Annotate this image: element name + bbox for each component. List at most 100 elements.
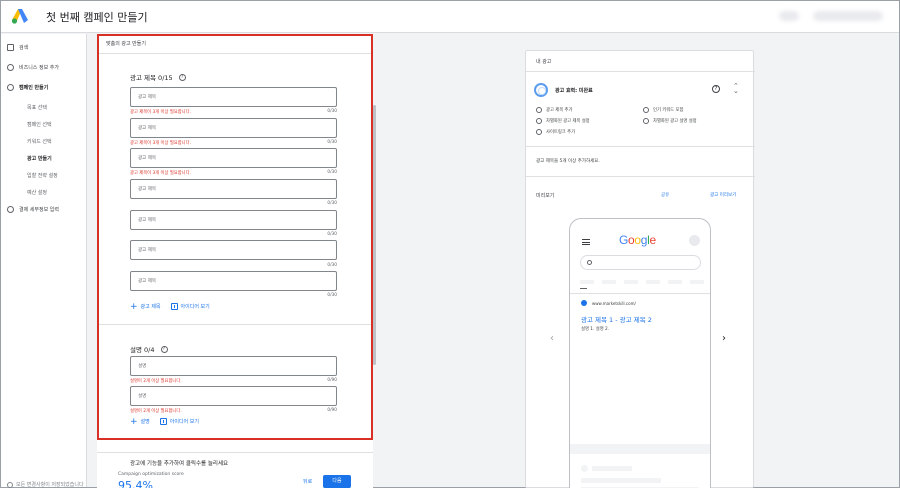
help-icon[interactable]: ? bbox=[178, 73, 186, 81]
sidebar: 검색 비즈니스 정보 추가 캠페인 만들기 목표 선택 캠페인 선택 키워드 선… bbox=[1, 34, 87, 488]
scrollbar[interactable] bbox=[373, 105, 376, 365]
page-title: 첫 번째 캠페인 만들기 bbox=[46, 11, 148, 24]
description-input-1[interactable]: 설명 bbox=[130, 356, 337, 376]
header-blurred-account bbox=[813, 11, 883, 21]
check-circle-icon bbox=[7, 64, 14, 71]
headline-input-3[interactable]: 광고 제목 bbox=[130, 148, 337, 168]
preview-message: 광고 제목을 5개 이상 추가하세요. bbox=[536, 159, 600, 164]
headline-input-6[interactable]: 광고 제목 bbox=[130, 240, 337, 260]
descriptions-title-text: 설명 0/4 bbox=[130, 346, 155, 354]
prev-arrow-icon[interactable]: ‹ bbox=[550, 333, 554, 344]
search-step-icon bbox=[7, 44, 14, 51]
sidebar-item-label: 결제 세부정보 입력 bbox=[19, 207, 59, 213]
favicon-icon bbox=[581, 300, 587, 306]
next-arrow-icon[interactable]: › bbox=[722, 333, 726, 344]
sidebar-subitem-bidding[interactable]: 입찰 전략 설정 bbox=[27, 172, 58, 179]
collapse-icon[interactable]: ⌃ ⌄ bbox=[733, 83, 739, 95]
description-ideas-button[interactable]: 아이디어 보기 bbox=[170, 418, 199, 425]
headline-input-2[interactable]: 광고 제목 bbox=[130, 118, 337, 138]
headline-input-1[interactable]: 광고 제목 bbox=[130, 87, 337, 107]
field-placeholder: 광고 제목 bbox=[138, 248, 156, 253]
field-placeholder: 설명 bbox=[138, 364, 147, 369]
tip-text: 사이트링크 추가 bbox=[546, 130, 576, 135]
sidebar-subitem-ads[interactable]: 광고 만들기 bbox=[27, 155, 52, 162]
sidebar-item-label: 비즈니스 정보 추가 bbox=[19, 65, 59, 71]
extensions-title: 광고에 기능을 추가하여 클릭수를 늘리세요 bbox=[130, 461, 229, 467]
placeholder-bar bbox=[581, 478, 661, 483]
add-headline-button[interactable]: 광고 제목 bbox=[141, 303, 161, 310]
headlines-title-text: 광고 제목 0/15 bbox=[130, 74, 173, 82]
add-description-button[interactable]: 설명 bbox=[141, 418, 150, 425]
char-count: 0/30 bbox=[327, 293, 337, 298]
field-error: 광고 제목이 3개 이상 필요합니다. bbox=[130, 110, 191, 115]
idea-icon bbox=[159, 418, 167, 425]
sidebar-item-business-info[interactable]: 비즈니스 정보 추가 bbox=[7, 64, 59, 71]
field-placeholder: 광고 제목 bbox=[138, 156, 156, 161]
description-input-2[interactable]: 설명 bbox=[130, 386, 337, 406]
sidebar-item-create-campaign[interactable]: 캠페인 만들기 bbox=[7, 84, 48, 91]
char-count: 0/90 bbox=[327, 408, 337, 413]
char-count: 0/30 bbox=[327, 170, 337, 175]
sidebar-item-label: 검색 bbox=[19, 45, 29, 51]
headline-actions: + 광고 제목 아이디어 보기 bbox=[130, 301, 210, 312]
phone-preview: Google www.marketskill.com/ 광고 제목 1 - 광고… bbox=[569, 218, 711, 488]
ad-strength-label: 광고 효력: 미완료 bbox=[555, 88, 593, 94]
descriptions-section-title: 설명 0/4 ? bbox=[130, 344, 168, 354]
save-status-text: 모든 변경사항이 저장되었습니다 bbox=[16, 482, 84, 488]
result-separator bbox=[570, 444, 710, 454]
form-header-title: 맞춤의 광고 만들기 bbox=[106, 41, 146, 47]
headline-input-7[interactable]: 광고 제목 bbox=[130, 271, 337, 291]
sidebar-item-label: 캠페인 만들기 bbox=[19, 85, 49, 91]
optimization-score-label: Campaign optimization score bbox=[118, 472, 184, 477]
tip-text: 차별화된 광고 제목 설정 bbox=[546, 119, 590, 124]
headline-input-4[interactable]: 광고 제목 bbox=[130, 179, 337, 199]
next-button[interactable]: 다음 bbox=[323, 475, 351, 488]
help-icon[interactable]: ? bbox=[160, 345, 168, 353]
tip-item: 차별화된 광고 설명 설정 bbox=[643, 118, 697, 124]
circle-icon bbox=[536, 107, 542, 113]
field-placeholder: 광고 제목 bbox=[138, 95, 156, 100]
sidebar-item-billing[interactable]: 결제 세부정보 입력 bbox=[7, 206, 59, 213]
char-count: 0/30 bbox=[327, 201, 337, 206]
description-actions: + 설명 아이디어 보기 bbox=[130, 416, 199, 427]
app-header: 첫 번째 캠페인 만들기 bbox=[1, 1, 899, 33]
preview-card-title: 내 광고 bbox=[536, 59, 552, 65]
field-placeholder: 설명 bbox=[138, 394, 147, 399]
sidebar-subitem-goal[interactable]: 목표 선택 bbox=[27, 104, 47, 111]
add-icon: + bbox=[130, 301, 138, 312]
ad-form-card: 맞춤의 광고 만들기 광고 제목 0/15 ? 광고 제목 광고 제목이 3개 … bbox=[97, 34, 373, 488]
headline-ideas-button[interactable]: 아이디어 보기 bbox=[181, 303, 210, 310]
circle-icon bbox=[643, 107, 649, 113]
google-logo: Google bbox=[619, 233, 656, 247]
char-count: 0/30 bbox=[327, 263, 337, 268]
circle-icon bbox=[536, 118, 542, 124]
sidebar-subitem-campaign-type[interactable]: 캠페인 선택 bbox=[27, 121, 52, 128]
divider bbox=[526, 71, 755, 72]
placeholder-dot bbox=[581, 465, 588, 472]
tip-item: 광고 제목 추가 bbox=[536, 107, 572, 113]
add-icon: + bbox=[130, 416, 138, 427]
ad-preview-button[interactable]: 광고 미리보기 bbox=[710, 192, 736, 198]
ad-description: 설명 1. 설명 2. bbox=[581, 327, 610, 332]
share-button[interactable]: 공유 bbox=[661, 192, 669, 198]
char-count: 0/30 bbox=[327, 232, 337, 237]
preview-label: 미리보기 bbox=[536, 193, 555, 199]
section-divider bbox=[97, 324, 373, 325]
help-icon[interactable]: ? bbox=[712, 85, 720, 93]
sidebar-subitem-keywords[interactable]: 키워드 선택 bbox=[27, 138, 52, 145]
field-error: 광고 제목이 3개 이상 필요합니다. bbox=[130, 171, 191, 176]
field-error: 설명이 2개 이상 필요합니다. bbox=[130, 379, 182, 384]
idea-icon bbox=[170, 303, 178, 310]
ad-strength-icon bbox=[534, 83, 548, 97]
ad-title: 광고 제목 1 - 광고 제목 2 bbox=[581, 316, 652, 324]
back-button[interactable]: 뒤로 bbox=[303, 478, 312, 485]
headline-input-5[interactable]: 광고 제목 bbox=[130, 210, 337, 230]
tab-underline bbox=[580, 288, 587, 289]
sidebar-subitem-budget[interactable]: 예산 설정 bbox=[27, 189, 47, 196]
divider bbox=[526, 146, 755, 147]
tip-item: 차별화된 광고 제목 설정 bbox=[536, 118, 590, 124]
phone-tabs-placeholder bbox=[580, 280, 704, 284]
bottom-bar: 광고에 기능을 추가하여 클릭수를 늘리세요 Campaign optimiza… bbox=[97, 452, 373, 488]
step-circle-icon bbox=[7, 206, 14, 213]
sidebar-item-search[interactable]: 검색 bbox=[7, 44, 28, 51]
